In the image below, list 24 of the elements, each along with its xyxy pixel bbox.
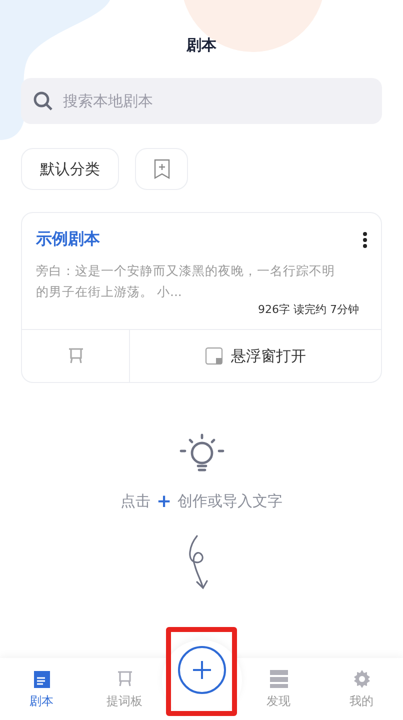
add-category-button[interactable] xyxy=(135,148,188,190)
floating-window-button[interactable]: 悬浮窗打开 xyxy=(130,330,381,382)
search-field[interactable]: 搜索本地剧本 xyxy=(21,78,382,124)
category-chip[interactable]: 默认分类 xyxy=(21,148,119,190)
plus-sign: + xyxy=(156,491,172,512)
hint-text: 创作或导入文字 xyxy=(178,492,283,511)
window-icon xyxy=(205,347,223,365)
search-icon xyxy=(33,91,53,111)
more-icon[interactable] xyxy=(363,232,367,248)
gear-icon xyxy=(352,668,372,688)
page-title: 剧本 xyxy=(186,36,216,55)
nav-tab[interactable]: 我的 xyxy=(320,658,403,720)
script-stats: 926字 读完约 7分钟 xyxy=(258,302,359,317)
script-excerpt: 旁白：这是一个安静而又漆黑的夜晚，一名行踪不明的男子在街上游荡。 小... xyxy=(36,262,336,301)
nav-tab[interactable]: 提词板 xyxy=(83,658,166,720)
bookmark-plus-icon xyxy=(154,159,170,179)
hint-text: 点击 xyxy=(120,492,150,511)
script-title: 示例剧本 xyxy=(36,229,100,250)
nav-tab[interactable]: 剧本 xyxy=(0,658,83,720)
nav-tab[interactable]: 发现 xyxy=(237,658,320,720)
plus-icon xyxy=(190,659,212,681)
server-icon xyxy=(268,668,288,688)
document-icon xyxy=(32,668,50,688)
script-card[interactable]: 示例剧本 旁白：这是一个安静而又漆黑的夜晚，一名行踪不明的男子在街上游荡。 小... 926字 读完约 7分钟 悬浮窗打开 xyxy=(21,212,382,383)
